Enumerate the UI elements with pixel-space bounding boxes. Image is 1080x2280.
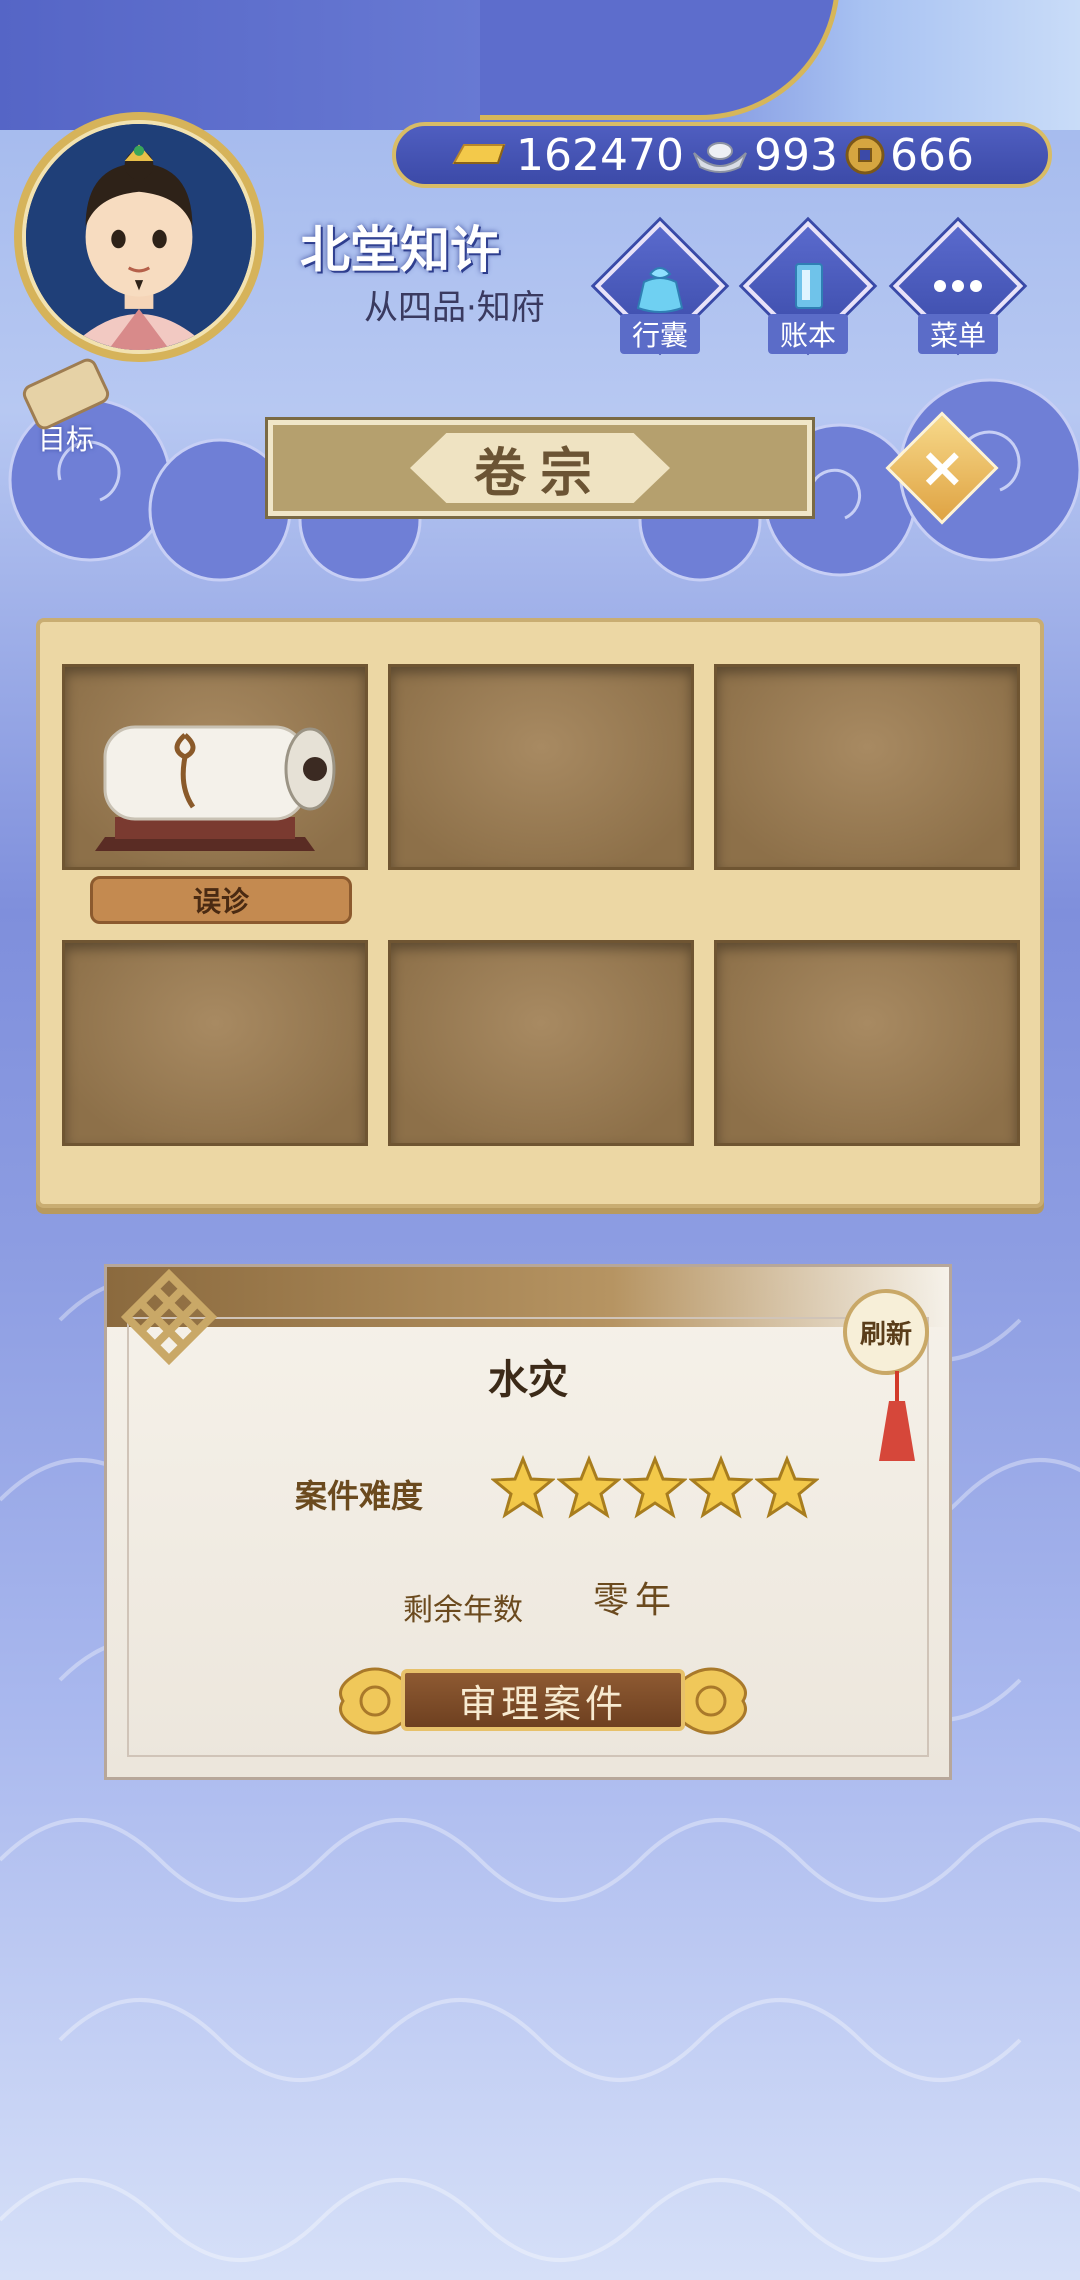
avatar xyxy=(22,120,256,354)
ledger-button[interactable]: 账本 xyxy=(742,220,874,372)
player-avatar[interactable] xyxy=(14,112,264,362)
case-title: 水灾 xyxy=(488,1357,568,1403)
portrait-icon xyxy=(26,124,252,350)
star-icon xyxy=(491,1455,555,1519)
bag-icon xyxy=(636,267,684,313)
difficulty-label: 案件难度 xyxy=(295,1477,424,1515)
player-name: 北堂知许 xyxy=(300,221,500,279)
case-scroll-icon xyxy=(95,725,336,851)
slot-1-label: 误诊 xyxy=(90,876,352,924)
star-icon xyxy=(689,1455,753,1519)
goal-button[interactable]: 目标 xyxy=(18,355,114,458)
copper-value: 666 xyxy=(889,129,974,181)
case-card: 刷新 水灾 案件难度 剩余年数 零年 审理案件 xyxy=(104,1264,952,1780)
gold-ingot-icon xyxy=(452,144,506,164)
judge-case-button[interactable]: 审理案件 xyxy=(333,1657,753,1747)
gold-value: 162470 xyxy=(516,129,684,181)
bag-button[interactable]: 行囊 xyxy=(594,220,726,372)
ledger-icon xyxy=(795,263,823,309)
copper-coin-icon xyxy=(845,135,885,175)
menu-button[interactable]: 菜单 xyxy=(892,220,1024,372)
judge-case-label: 审理案件 xyxy=(401,1669,685,1731)
years-value: 零年 xyxy=(593,1580,678,1621)
star-icon xyxy=(557,1455,621,1519)
silver-ingot-icon xyxy=(693,142,747,173)
currency-silver: 993 xyxy=(690,130,838,181)
silver-value: 993 xyxy=(753,129,838,181)
page-title: 卷宗 xyxy=(410,433,670,503)
shelf-slot-3[interactable] xyxy=(714,664,1020,870)
currency-bar: 162470 993 666 xyxy=(392,122,1052,188)
shelf-slot-6[interactable] xyxy=(714,940,1020,1146)
shelf-slot-5[interactable] xyxy=(388,940,694,1146)
goal-label: 目标 xyxy=(37,423,94,456)
case-shelf: 误诊 xyxy=(36,618,1044,1208)
title-plate: 卷宗 xyxy=(265,417,815,519)
shelf-slot-4[interactable] xyxy=(62,940,368,1146)
menu-label: 菜单 xyxy=(917,314,998,354)
star-icon xyxy=(755,1455,819,1519)
close-icon: × xyxy=(918,434,966,500)
currency-copper: 666 xyxy=(844,130,974,181)
ledger-label: 账本 xyxy=(767,314,848,354)
bag-label: 行囊 xyxy=(619,314,700,354)
shelf-slot-2[interactable] xyxy=(388,664,694,870)
player-rank: 从四品·知府 xyxy=(364,288,545,328)
menu-dots-icon xyxy=(934,280,982,292)
difficulty-stars xyxy=(491,1455,821,1519)
years-label: 剩余年数 xyxy=(403,1593,523,1628)
currency-gold: 162470 xyxy=(448,130,684,181)
shelf-slot-1[interactable] xyxy=(62,664,368,870)
star-icon xyxy=(623,1455,687,1519)
